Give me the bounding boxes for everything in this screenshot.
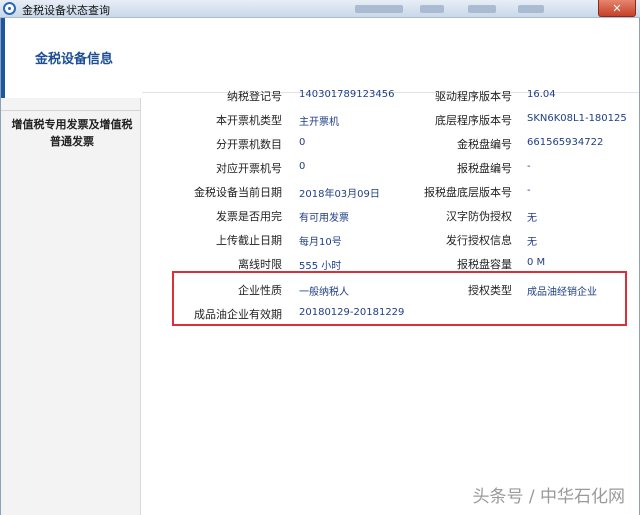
invoice-status-label: 发票是否用完	[216, 210, 282, 223]
report-disk-firmware-label: 报税盘底层版本号	[424, 186, 512, 199]
invoice-status-value: 有可用发票	[299, 213, 349, 224]
window-title: 金税设备状态查询	[22, 4, 110, 17]
title-bar: 金税设备状态查询 ✕	[0, 0, 640, 18]
device-date-label: 金税设备当前日期	[194, 186, 282, 199]
sub-machine-count-label: 分开票机数目	[216, 138, 282, 151]
device-date-value: 2018年03月09日	[299, 189, 380, 200]
device-info-panel: 纳税登记号 140301789123456 本开票机类型 主开票机 分开票机数目…	[142, 18, 639, 515]
report-disk-number-value: -	[527, 161, 531, 172]
offline-limit-label: 离线时限	[238, 258, 282, 271]
sidebar-item-tax-device-info[interactable]: 金税设备信息	[1, 18, 141, 98]
sub-machine-count-value: 0	[299, 137, 306, 148]
sidebar-item-label: 金税设备信息	[35, 52, 114, 67]
auth-type-label: 授权类型	[468, 284, 512, 297]
sidebar-divider	[1, 110, 141, 111]
driver-version-label: 驱动程序版本号	[435, 90, 512, 103]
app-icon	[3, 2, 16, 15]
tax-disk-number-value: 661565934722	[527, 137, 604, 148]
tax-disk-number-label: 金税盘编号	[457, 138, 512, 151]
firmware-version-value: SKN6K08L1-180125	[527, 113, 627, 124]
report-disk-firmware-value: -	[527, 185, 531, 196]
menu-placeholder	[355, 5, 403, 13]
offline-limit-value: 555 小时	[299, 261, 342, 272]
machine-number-label: 对应开票机号	[216, 162, 282, 175]
sidebar: 金税设备信息 增值税专用发票及增值税普通发票	[1, 18, 141, 515]
upload-deadline-label: 上传截止日期	[216, 234, 282, 247]
sidebar-item-vat-invoices[interactable]: 增值税专用发票及增值税普通发票	[9, 116, 135, 150]
upload-deadline-value: 每月10号	[299, 237, 342, 248]
menu-placeholder	[518, 5, 544, 13]
report-disk-number-label: 报税盘编号	[457, 162, 512, 175]
validity-value: 20180129-20181229	[299, 307, 405, 318]
issue-auth-label: 发行授权信息	[446, 234, 512, 247]
main-window: 金税设备信息 增值税专用发票及增值税普通发票 纳税登记号 14030178912…	[0, 18, 640, 515]
close-button[interactable]: ✕	[598, 0, 636, 17]
auth-type-value: 成品油经销企业	[527, 287, 597, 298]
issue-auth-value: 无	[527, 237, 537, 248]
anti-counterfeit-value: 无	[527, 213, 537, 224]
menu-placeholder	[468, 5, 496, 13]
taxpayer-id-label: 纳税登记号	[227, 90, 282, 103]
validity-label: 成品油企业有效期	[194, 308, 282, 321]
machine-type-label: 本开票机类型	[216, 114, 282, 127]
report-disk-capacity-label: 报税盘容量	[457, 258, 512, 271]
close-icon: ✕	[612, 2, 622, 15]
watermark: 头条号 / 中华石化网	[472, 487, 625, 507]
machine-type-value: 主开票机	[299, 117, 339, 128]
machine-number-value: 0	[299, 161, 306, 172]
anti-counterfeit-label: 汉字防伪授权	[446, 210, 512, 223]
enterprise-nature-value: 一般纳税人	[299, 287, 349, 298]
enterprise-nature-label: 企业性质	[238, 284, 282, 297]
menu-placeholder	[420, 5, 444, 13]
report-disk-capacity-value: 0 M	[527, 257, 546, 268]
firmware-version-label: 底层程序版本号	[435, 114, 512, 127]
driver-version-value: 16.04	[527, 89, 556, 100]
